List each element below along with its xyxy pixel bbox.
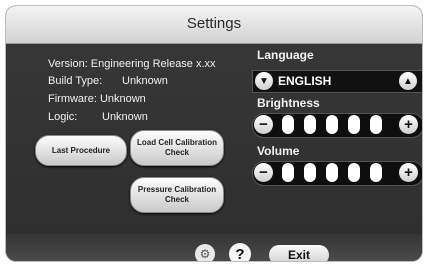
language-up-button[interactable]: ▲ xyxy=(399,72,417,90)
version-text: Version: Engineering Release x.xx xyxy=(48,58,216,70)
level-segment xyxy=(348,115,360,134)
exit-button[interactable]: Exit xyxy=(269,245,329,261)
logic-label: Logic: xyxy=(48,111,78,123)
level-segment xyxy=(326,163,338,182)
brightness-decrease-button[interactable]: − xyxy=(254,115,273,134)
help-icon: ? xyxy=(235,245,245,262)
last-procedure-button[interactable]: Last Procedure xyxy=(35,135,127,166)
level-segment xyxy=(282,163,294,182)
load-cell-calibration-check-button[interactable]: Load Cell Calibration Check xyxy=(130,130,224,166)
level-segment xyxy=(304,163,316,182)
page-title: Settings xyxy=(186,15,242,32)
language-down-button[interactable]: ▼ xyxy=(255,72,273,90)
level-segment xyxy=(304,115,316,134)
brightness-label: Brightness xyxy=(257,96,320,110)
minus-icon: − xyxy=(259,164,268,181)
volume-decrease-button[interactable]: − xyxy=(254,163,273,182)
level-segment xyxy=(348,163,360,182)
minus-icon: − xyxy=(259,116,268,133)
pressure-calibration-check-button[interactable]: Pressure Calibration Check xyxy=(130,177,224,213)
language-label: Language xyxy=(257,48,314,62)
level-segment xyxy=(282,115,294,134)
volume-label: Volume xyxy=(257,144,300,158)
build-type-value: Unknown xyxy=(122,75,168,87)
gear-icon: ⚙ xyxy=(199,247,211,261)
level-segment xyxy=(370,115,382,134)
build-type-label: Build Type: xyxy=(48,75,103,87)
settings-screen: Settings Version: Engineering Release x.… xyxy=(6,6,422,261)
logic-value: Unknown xyxy=(102,111,148,123)
volume-increase-button[interactable]: + xyxy=(399,163,418,182)
language-value: ENGLISH xyxy=(278,74,332,88)
plus-icon: + xyxy=(404,164,413,181)
triangle-down-icon: ▼ xyxy=(259,75,269,87)
brightness-increase-button[interactable]: + xyxy=(399,115,418,134)
level-segment xyxy=(326,115,338,134)
level-segment xyxy=(370,163,382,182)
triangle-up-icon: ▲ xyxy=(403,75,413,87)
firmware-text: Firmware: Unknown xyxy=(48,93,146,105)
title-bar: Settings xyxy=(6,6,422,44)
plus-icon: + xyxy=(404,116,413,133)
service-settings-button[interactable]: ⚙ xyxy=(195,244,215,261)
help-button[interactable]: ? xyxy=(229,243,251,261)
